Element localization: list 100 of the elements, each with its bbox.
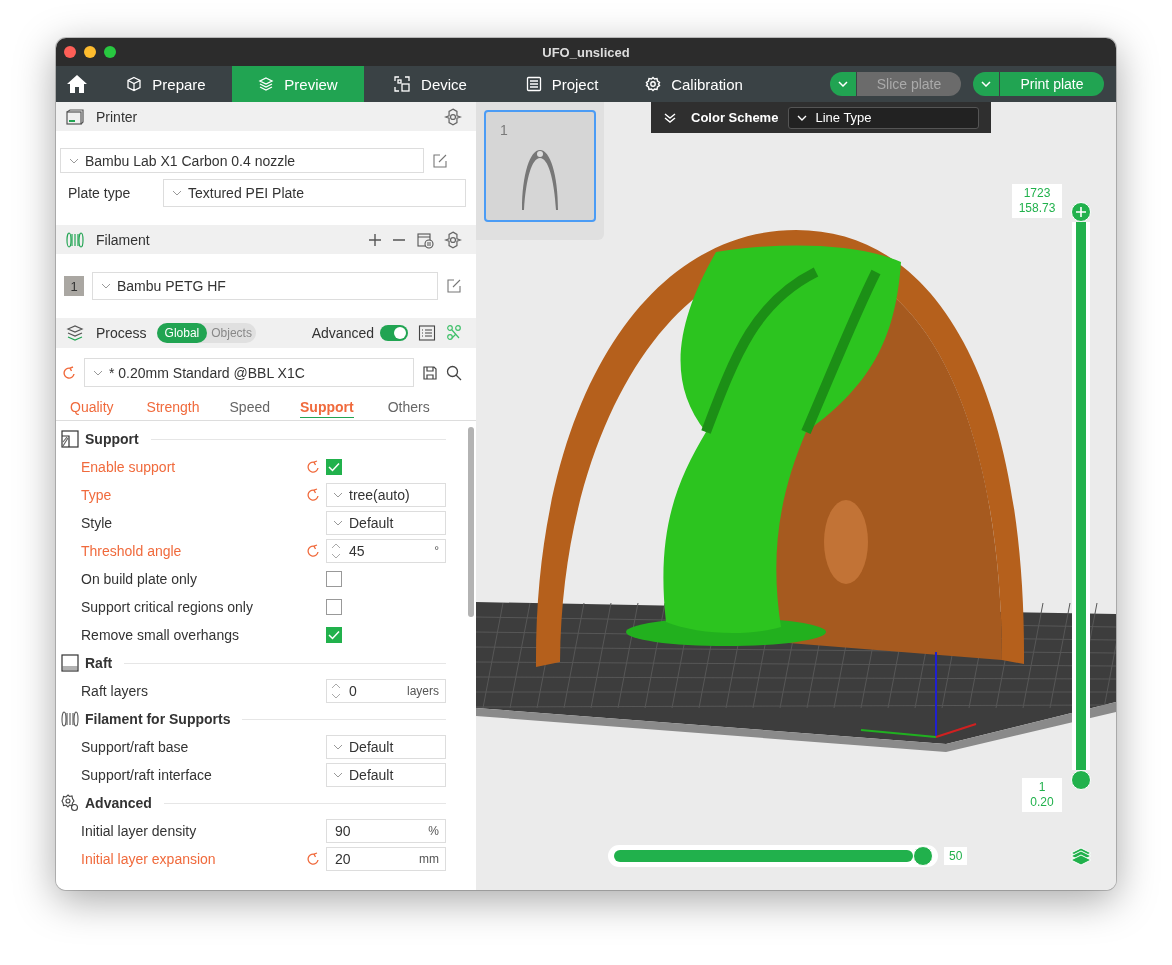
layer-tooltip: 1 0.20 <box>1022 778 1062 812</box>
setting-label: Support/raft interface <box>81 767 213 783</box>
caret-icon <box>838 81 848 87</box>
window-title: UFO_unsliced <box>542 44 630 60</box>
setting-label: Threshold angle <box>81 543 183 559</box>
settings-icon[interactable] <box>444 107 462 126</box>
plate-type-dropdown[interactable]: Textured PEI Plate <box>163 179 466 207</box>
caret-icon <box>797 114 808 121</box>
minimize-icon[interactable] <box>84 46 96 58</box>
setting-label: Support critical regions only <box>81 599 254 615</box>
caret-icon <box>101 283 111 289</box>
filament-dropdown[interactable]: Bambu PETG HF <box>92 272 438 300</box>
setting-label: On build plate only <box>81 571 198 587</box>
settings-tab[interactable]: Speed <box>229 397 270 418</box>
filament-sync-icon[interactable] <box>416 230 434 249</box>
dropdown[interactable]: Default <box>326 763 446 787</box>
section-title: Printer <box>96 108 138 125</box>
close-icon[interactable] <box>64 46 76 58</box>
caret-icon <box>172 190 182 196</box>
slider-thumb[interactable] <box>1071 202 1091 222</box>
number-field[interactable]: 90 % <box>326 819 446 843</box>
dropdown[interactable]: tree(auto) <box>326 483 446 507</box>
section-title: Filament <box>96 231 150 248</box>
maximize-icon[interactable] <box>104 46 116 58</box>
layers-icon <box>258 76 275 92</box>
nav-tab[interactable]: Project <box>496 66 628 102</box>
caret-icon <box>981 81 991 87</box>
search-icon[interactable] <box>446 364 462 381</box>
print-options-button[interactable] <box>973 72 999 96</box>
gears-icon <box>61 794 79 812</box>
reset-icon[interactable] <box>62 365 76 380</box>
section-title: Process <box>96 325 147 341</box>
caret-icon <box>333 772 343 778</box>
checkbox[interactable] <box>326 599 342 615</box>
spinner-arrows-icon[interactable] <box>331 542 341 560</box>
raft-icon <box>61 654 79 672</box>
caret-icon <box>333 520 343 526</box>
reset-icon[interactable] <box>306 488 320 502</box>
caret-icon <box>93 369 103 376</box>
section-title: Filament for Supports <box>85 711 231 727</box>
setting-label: Style <box>81 515 114 531</box>
setting-label: Type <box>81 487 113 503</box>
home-icon[interactable] <box>66 74 88 94</box>
plus-icon[interactable] <box>368 232 382 247</box>
nav-tab[interactable]: Device <box>364 66 496 102</box>
filament-spool-icon <box>61 711 79 727</box>
color-scheme-label: Color Scheme <box>691 110 779 125</box>
objects-view-icon[interactable] <box>446 324 462 342</box>
advanced-label: Advanced <box>311 325 374 341</box>
setting-label: Raft layers <box>81 683 149 699</box>
setting-label: Initial layer density <box>81 823 198 839</box>
gear-icon <box>645 76 662 92</box>
layer-tooltip: 1723 158.73 <box>1012 184 1062 218</box>
section-title: Support <box>85 431 139 447</box>
dropdown[interactable]: Default <box>326 511 446 535</box>
process-preset-dropdown[interactable]: * 0.20mm Standard @BBL X1C <box>84 358 414 387</box>
checkbox[interactable] <box>326 459 342 475</box>
list-icon <box>525 76 542 92</box>
edit-icon[interactable] <box>432 152 448 169</box>
color-scheme-dropdown[interactable]: Line Type <box>788 106 979 129</box>
printer-icon <box>66 108 84 125</box>
caret-icon <box>333 744 343 750</box>
cube-icon <box>126 76 143 92</box>
support-icon <box>61 430 79 448</box>
save-icon[interactable] <box>422 364 438 381</box>
number-field[interactable]: 20 mm <box>326 847 446 871</box>
number-field[interactable]: 0 layers <box>326 679 446 703</box>
section-title: Advanced <box>85 795 152 811</box>
settings-icon[interactable] <box>444 230 462 249</box>
collapse-icon[interactable] <box>663 111 677 124</box>
setting-label: Initial layer expansion <box>81 851 217 867</box>
slider-thumb[interactable] <box>1071 770 1091 790</box>
reset-icon[interactable] <box>306 544 320 558</box>
caret-icon <box>69 157 79 164</box>
settings-tab[interactable]: Others <box>387 397 430 418</box>
slice-options-button[interactable] <box>830 72 856 96</box>
dropdown[interactable]: Default <box>326 735 446 759</box>
nav-tab[interactable]: Calibration <box>628 66 760 102</box>
checkbox[interactable] <box>326 627 342 643</box>
reset-icon[interactable] <box>306 460 320 474</box>
list-view-icon[interactable] <box>418 324 436 342</box>
spinner-arrows-icon[interactable] <box>331 682 341 700</box>
number-field[interactable]: 45 ° <box>326 539 446 563</box>
filament-number: 1 <box>64 276 84 296</box>
scrollbar-thumb[interactable] <box>468 427 474 617</box>
layers-icon[interactable] <box>1070 847 1092 867</box>
section-title: Raft <box>85 655 113 671</box>
setting-label: Remove small overhangs <box>81 627 240 643</box>
reset-icon[interactable] <box>306 852 320 866</box>
setting-label: Support/raft base <box>81 739 190 755</box>
nav-tab[interactable]: Prepare <box>100 66 232 102</box>
checkbox[interactable] <box>326 571 342 587</box>
caret-icon <box>333 492 343 498</box>
printer-dropdown[interactable]: Bambu Lab X1 Carbon 0.4 nozzle <box>60 148 424 173</box>
move-reading: 50 <box>944 847 968 865</box>
process-layers-icon <box>66 325 84 341</box>
advanced-toggle[interactable] <box>380 325 408 341</box>
setting-label: Enable support <box>81 459 177 475</box>
edit-icon[interactable] <box>446 278 462 294</box>
device-icon <box>393 75 412 93</box>
